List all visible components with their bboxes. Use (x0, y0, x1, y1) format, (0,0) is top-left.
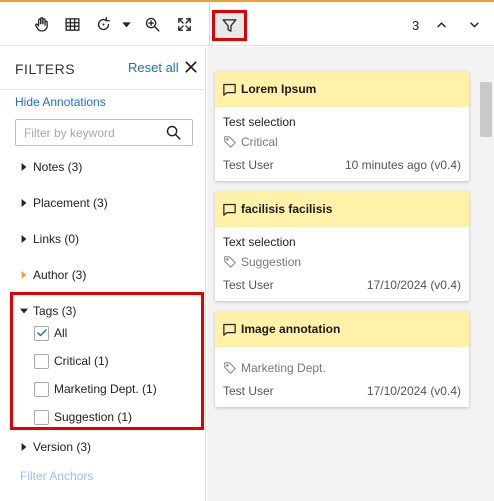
filter-group-version[interactable]: Version (3) (18, 438, 91, 456)
caret-right-icon (18, 269, 30, 281)
filter-button[interactable] (212, 10, 247, 41)
reset-all-link[interactable]: Reset all (128, 60, 179, 75)
card-author: Test User (223, 158, 274, 172)
card-title: Lorem Ipsum (241, 82, 317, 96)
card-author: Test User (223, 278, 274, 292)
comment-icon (223, 323, 236, 336)
filter-group-label: Tags (3) (33, 304, 77, 318)
filter-anchors-link[interactable]: Filter Anchors (20, 469, 93, 483)
card-selection-text: Test selection (223, 115, 296, 129)
tag-option-label: Marketing Dept. (1) (54, 382, 157, 396)
card-header: facilisis facilisis (215, 191, 469, 227)
tag-icon (224, 256, 236, 268)
caret-right-icon (18, 197, 30, 209)
checkbox[interactable] (34, 409, 49, 425)
annotation-card[interactable]: Image annotation Marketing Dept. Test Us… (215, 311, 469, 407)
card-title: facilisis facilisis (241, 202, 333, 216)
filters-panel: FILTERS Reset all Hide Annotations Notes… (0, 47, 206, 501)
annotation-card[interactable]: facilisis facilisis Text selection Sugge… (215, 191, 469, 301)
close-icon[interactable] (183, 59, 199, 75)
tag-option-label: All (54, 326, 68, 340)
check-icon (36, 329, 47, 337)
card-tag: Marketing Dept. (223, 361, 326, 375)
filter-group-placement[interactable]: Placement (3) (18, 194, 108, 212)
zoom-in-button[interactable] (140, 12, 164, 36)
caret-right-icon (18, 233, 30, 245)
filter-group-label: Placement (3) (33, 196, 108, 210)
filter-icon (222, 19, 237, 32)
chevron-up-icon (436, 21, 446, 27)
tag-option-marketing[interactable]: Marketing Dept. (1) (34, 380, 157, 398)
card-timestamp: 17/10/2024 (v0.4) (366, 384, 461, 398)
caret-right-icon (18, 441, 30, 453)
card-tag: Suggestion (223, 255, 301, 269)
tag-option-label: Suggestion (1) (54, 410, 133, 424)
card-tag-label: Marketing Dept. (241, 361, 326, 375)
filter-group-label: Links (0) (33, 232, 80, 246)
keyword-search-input[interactable] (24, 124, 164, 142)
card-timestamp: 17/10/2024 (v0.4) (366, 278, 461, 292)
fit-screen-button[interactable] (172, 12, 196, 36)
comment-icon (223, 83, 236, 96)
card-header: Lorem Ipsum (215, 71, 469, 107)
result-count: 3 (412, 18, 420, 33)
caret-down-icon (18, 305, 30, 317)
thumbnails-button[interactable] (60, 12, 84, 36)
previous-result-button[interactable] (429, 12, 453, 36)
card-author: Test User (223, 384, 274, 398)
filter-group-label: Author (3) (33, 268, 87, 282)
filters-title: FILTERS (15, 61, 76, 77)
tag-icon (224, 136, 236, 148)
filter-group-label: Notes (3) (33, 160, 83, 174)
tag-option-label: Critical (1) (54, 354, 109, 368)
rotate-icon (97, 16, 110, 30)
tag-option-all[interactable]: All (34, 324, 67, 342)
keyword-search (15, 119, 193, 146)
hand-icon (34, 16, 48, 32)
annotations-panel: Lorem Ipsum Test selection Critical Test… (207, 47, 494, 501)
card-tag: Critical (223, 135, 278, 149)
chevron-down-icon (469, 21, 479, 27)
checkbox[interactable] (34, 353, 49, 369)
annotation-card[interactable]: Lorem Ipsum Test selection Critical Test… (215, 71, 469, 181)
scrollbar-thumb[interactable] (480, 82, 492, 137)
fit-screen-icon (177, 17, 191, 31)
tag-icon (224, 362, 236, 374)
tag-option-suggestion[interactable]: Suggestion (1) (34, 408, 132, 426)
card-timestamp: 10 minutes ago (v0.4) (344, 158, 461, 172)
comment-icon (223, 203, 236, 216)
card-header: Image annotation (215, 311, 469, 347)
next-result-button[interactable] (462, 12, 486, 36)
search-icon[interactable] (165, 124, 182, 141)
checkbox-checked[interactable] (34, 325, 49, 341)
filter-group-author[interactable]: Author (3) (18, 266, 86, 284)
card-tag-label: Suggestion (241, 255, 302, 269)
caret-right-icon (18, 161, 30, 173)
filter-group-label: Version (3) (33, 440, 92, 454)
filter-group-links[interactable]: Links (0) (18, 230, 79, 248)
hide-annotations-link[interactable]: Hide Annotations (15, 95, 106, 109)
chevron-down-icon (121, 21, 131, 27)
checkbox[interactable] (34, 381, 49, 397)
toolbar-separator (209, 4, 210, 46)
filter-group-tags[interactable]: Tags (3) (18, 302, 76, 320)
rotate-menu-button[interactable] (114, 12, 138, 36)
zoom-in-icon (145, 17, 160, 32)
rotate-button[interactable] (91, 12, 115, 36)
card-title: Image annotation (241, 322, 341, 336)
pan-tool-button[interactable] (29, 12, 53, 36)
card-tag-label: Critical (241, 135, 278, 149)
toolbar: 3 (0, 2, 494, 46)
filter-group-notes[interactable]: Notes (3) (18, 158, 82, 176)
panel-divider (0, 89, 206, 90)
card-selection-text: Text selection (223, 235, 296, 249)
tag-option-critical[interactable]: Critical (1) (34, 352, 109, 370)
grid-icon (64, 17, 80, 31)
